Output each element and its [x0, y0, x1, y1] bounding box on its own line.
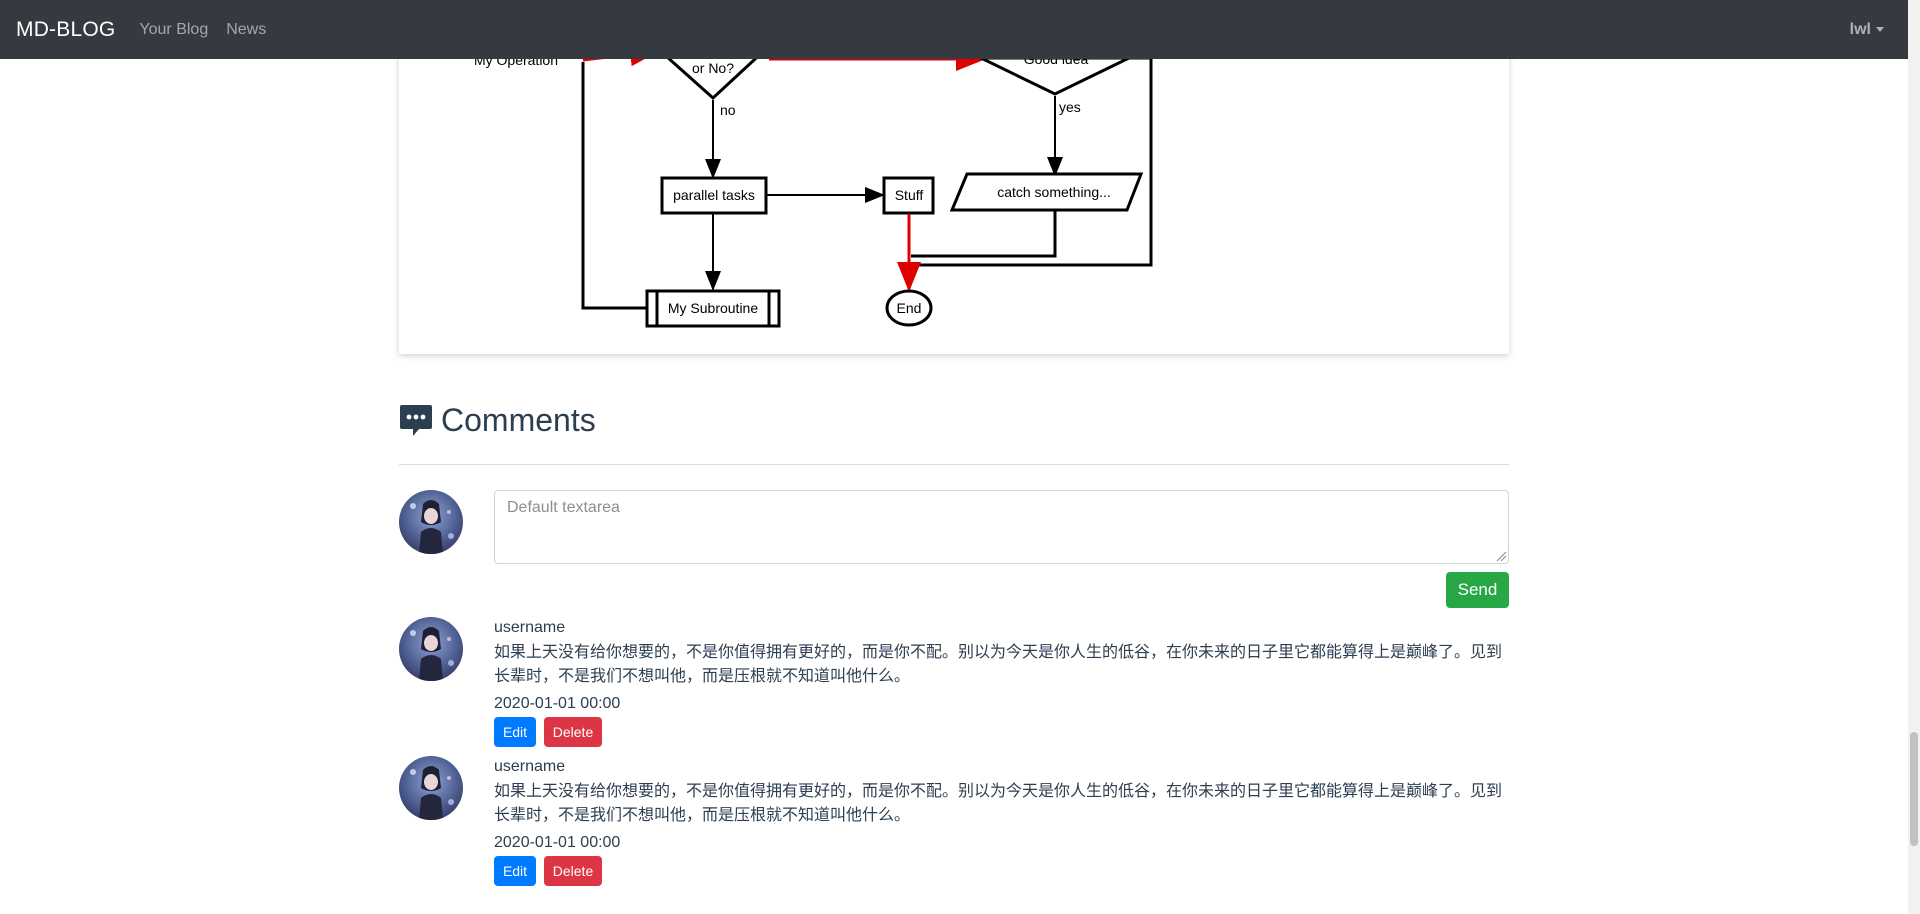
comment-username: username [494, 758, 566, 775]
edge-no-label: no [720, 102, 736, 118]
comments-divider [399, 464, 1509, 465]
avatar-image [399, 490, 463, 554]
node-stuff-label: Stuff [895, 187, 924, 203]
comment-text: 如果上天没有给你想要的，不是你值得拥有更好的，而是你不配。别以为今天是你人生的低… [494, 642, 1503, 685]
top-navbar: MD-BLOG Your Blog News lwl [0, 0, 1920, 59]
avatar [399, 617, 463, 681]
node-catch-label: catch something... [997, 184, 1111, 200]
node-end-label: End [897, 300, 922, 316]
node-parallel-label: parallel tasks [673, 187, 755, 203]
flowchart-card: My Operation or No? Good idea no yes par… [399, 40, 1509, 354]
avatar-image [399, 617, 463, 681]
nav-link-your-blog[interactable]: Your Blog [139, 21, 208, 39]
comment-text: 如果上天没有给你想要的，不是你值得拥有更好的，而是你不配。别以为今天是你人生的低… [494, 781, 1503, 824]
edge-catch-end [911, 211, 1057, 258]
send-button[interactable]: Send [1446, 572, 1509, 608]
comment-textarea[interactable] [494, 490, 1509, 564]
nav-link-news[interactable]: News [226, 21, 266, 39]
comment-date: 2020-01-01 00:00 [494, 695, 621, 712]
comments-heading: Comments [399, 398, 596, 442]
chevron-down-icon [1876, 27, 1884, 32]
edge-subroutine-loop [581, 62, 647, 310]
delete-button[interactable]: Delete [544, 717, 602, 747]
edit-button[interactable]: Edit [494, 717, 536, 747]
brand-logo[interactable]: MD-BLOG [16, 18, 115, 42]
node-subroutine-label: My Subroutine [668, 300, 758, 316]
comment-username: username [494, 619, 566, 636]
page-scrollbar[interactable] [1908, 0, 1920, 914]
edge-yes-label: yes [1059, 99, 1081, 115]
edge-goodidea-loop [911, 56, 1153, 267]
edit-button[interactable]: Edit [494, 856, 536, 886]
delete-button[interactable]: Delete [544, 856, 602, 886]
node-decision1-label: or No? [692, 60, 734, 76]
flowchart-diagram: My Operation or No? Good idea no yes par… [461, 40, 1153, 328]
comment-date: 2020-01-01 00:00 [494, 834, 621, 851]
comments-title: Comments [441, 401, 596, 438]
avatar [399, 756, 463, 820]
comment-dots-icon [400, 405, 432, 436]
user-dropdown[interactable]: lwl [1850, 21, 1884, 39]
avatar [399, 490, 463, 554]
resize-grip-icon[interactable] [1495, 550, 1507, 562]
user-name: lwl [1849, 20, 1871, 38]
scrollbar-thumb[interactable] [1910, 732, 1918, 846]
avatar-image [399, 756, 463, 820]
